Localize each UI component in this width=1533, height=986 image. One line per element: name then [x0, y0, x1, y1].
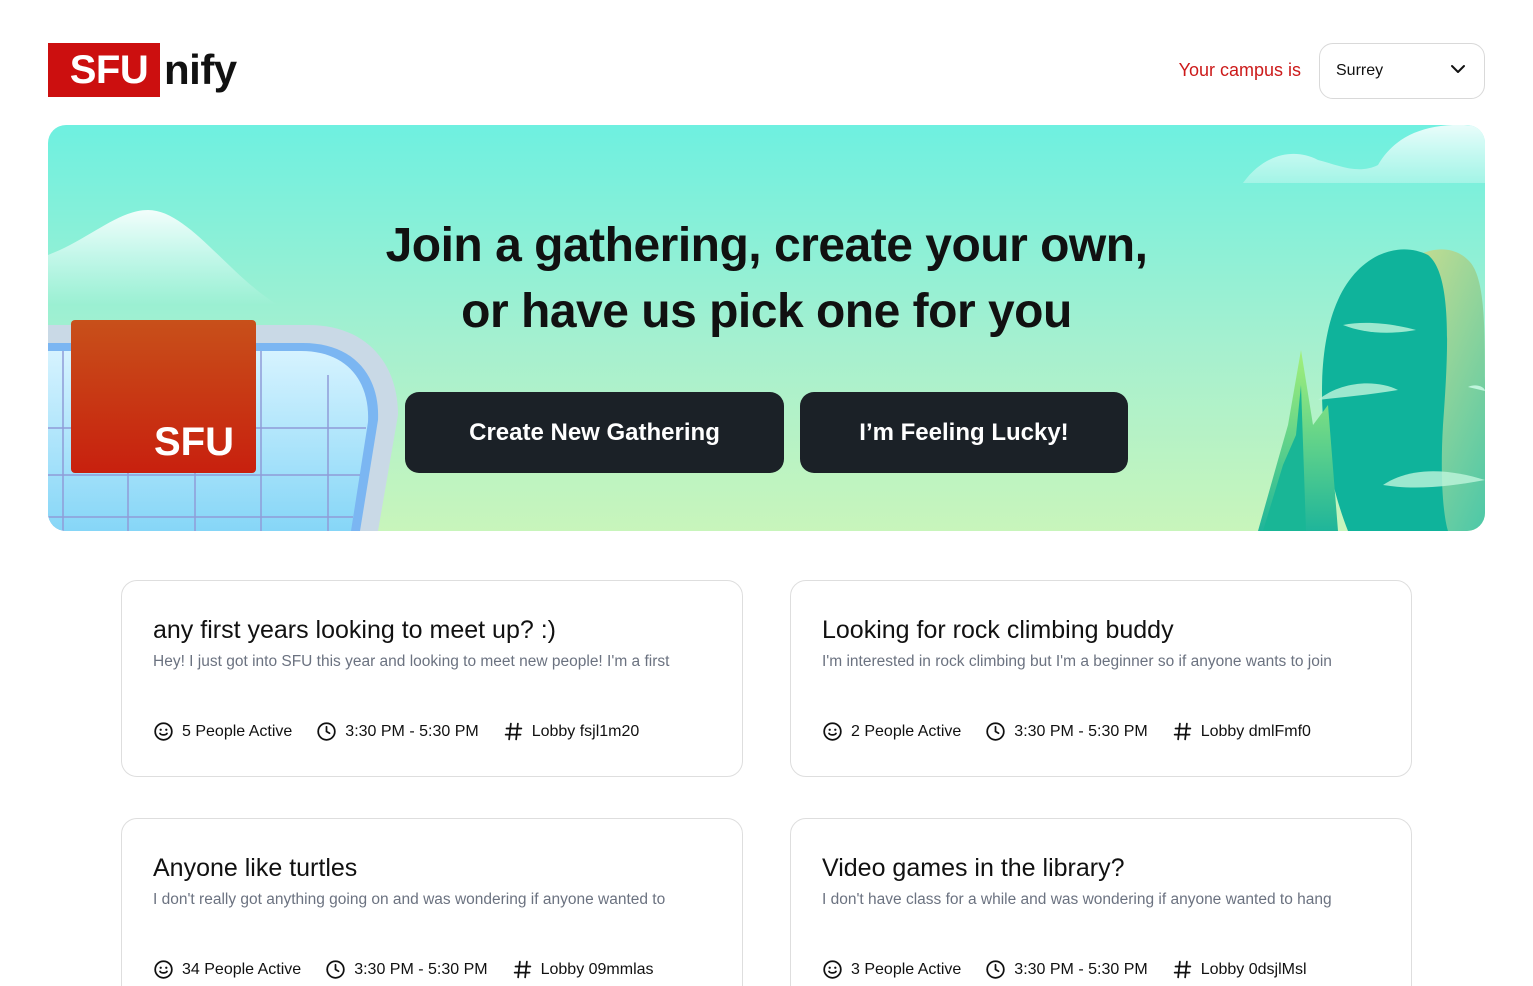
- smiley-icon: [154, 960, 173, 979]
- time-range-text: 3:30 PM - 5:30 PM: [345, 722, 479, 740]
- page: SFU nify Your campus is Surrey SFU Join …: [0, 0, 1533, 986]
- hash-icon: [1173, 722, 1191, 741]
- time-range: 3:30 PM - 5:30 PM: [985, 959, 1148, 980]
- lobby-id-text: Lobby fsjl1m20: [531, 722, 640, 740]
- hash-icon: [1173, 960, 1191, 979]
- lobby-id: Lobby dmlFmf0: [1172, 721, 1311, 742]
- clock-icon: [317, 722, 336, 741]
- time-range: 3:30 PM - 5:30 PM: [316, 721, 479, 742]
- clock-icon: [326, 960, 345, 979]
- logo-nify-text: nify: [164, 46, 237, 93]
- time-range: 3:30 PM - 5:30 PM: [985, 721, 1148, 742]
- people-active: 3 People Active: [822, 959, 961, 980]
- time-range-text: 3:30 PM - 5:30 PM: [1014, 722, 1148, 740]
- chevron-down-icon: [1450, 61, 1466, 82]
- campus-label: Your campus is: [1178, 60, 1301, 80]
- gathering-title: Anyone like turtles: [153, 854, 358, 882]
- people-active-text: 34 People Active: [182, 960, 302, 978]
- people-active: 2 People Active: [822, 721, 961, 742]
- lobby-id: Lobby fsjl1m20: [503, 721, 640, 742]
- people-active-text: 2 People Active: [851, 722, 962, 740]
- gathering-description: Hey! I just got into SFU this year and l…: [153, 653, 670, 670]
- people-active: 34 People Active: [153, 959, 301, 980]
- people-active-text: 5 People Active: [182, 722, 293, 740]
- gathering-card[interactable]: Looking for rock climbing buddy I'm inte…: [790, 580, 1412, 777]
- gathering-meta: 2 People Active 3:30 PM - 5:30 PM Lobby …: [822, 721, 1335, 742]
- smiley-icon: [823, 960, 842, 979]
- clock-icon: [986, 960, 1005, 979]
- time-range-text: 3:30 PM - 5:30 PM: [354, 960, 488, 978]
- clock-icon: [986, 722, 1005, 741]
- create-gathering-button[interactable]: Create New Gathering: [405, 392, 784, 473]
- lobby-id-text: Lobby 09mmlas: [540, 960, 654, 978]
- lobby-id-text: Lobby 0dsjlMsl: [1200, 960, 1307, 978]
- gathering-card[interactable]: Video games in the library? I don't have…: [790, 818, 1412, 986]
- hero-title-line-2: or have us pick one for you: [461, 285, 1072, 338]
- gathering-meta: 3 People Active 3:30 PM - 5:30 PM Lobby …: [822, 959, 1331, 980]
- hero-title-line-1: Join a gathering, create your own,: [385, 219, 1148, 272]
- time-range: 3:30 PM - 5:30 PM: [325, 959, 488, 980]
- gathering-card[interactable]: Anyone like turtles I don't really got a…: [121, 818, 743, 986]
- gathering-title: any first years looking to meet up? :): [153, 616, 556, 644]
- people-active: 5 People Active: [153, 721, 292, 742]
- lobby-id-text: Lobby dmlFmf0: [1200, 722, 1311, 740]
- smiley-icon: [823, 722, 842, 741]
- gathering-title: Video games in the library?: [822, 854, 1125, 882]
- campus-selected-value: Surrey: [1336, 62, 1384, 79]
- gathering-description: I'm interested in rock climbing but I'm …: [822, 653, 1332, 670]
- time-range-text: 3:30 PM - 5:30 PM: [1014, 960, 1148, 978]
- gathering-description: I don't have class for a while and was w…: [822, 891, 1332, 908]
- feeling-lucky-button[interactable]: I’m Feeling Lucky!: [800, 392, 1128, 473]
- hash-icon: [504, 722, 522, 741]
- lobby-id: Lobby 0dsjlMsl: [1172, 959, 1307, 980]
- smiley-icon: [154, 722, 173, 741]
- logo[interactable]: SFU nify: [48, 43, 237, 97]
- gathering-meta: 34 People Active 3:30 PM - 5:30 PM Lobby…: [153, 959, 678, 980]
- hash-icon: [513, 960, 531, 979]
- hero-banner: SFU Join a gathering, create your own, o…: [48, 125, 1485, 531]
- hero-title: Join a gathering, create your own, or ha…: [48, 213, 1485, 345]
- gathering-title: Looking for rock climbing buddy: [822, 616, 1174, 644]
- gathering-card[interactable]: any first years looking to meet up? :) H…: [121, 580, 743, 777]
- gathering-meta: 5 People Active 3:30 PM - 5:30 PM Lobby …: [153, 721, 663, 742]
- gathering-description: I don't really got anything going on and…: [153, 891, 666, 908]
- logo-sfu-box: SFU: [48, 43, 160, 97]
- people-active-text: 3 People Active: [851, 960, 962, 978]
- campus-dropdown[interactable]: Surrey: [1319, 43, 1485, 99]
- lobby-id: Lobby 09mmlas: [512, 959, 654, 980]
- sfu-sign-text: SFU: [154, 420, 234, 464]
